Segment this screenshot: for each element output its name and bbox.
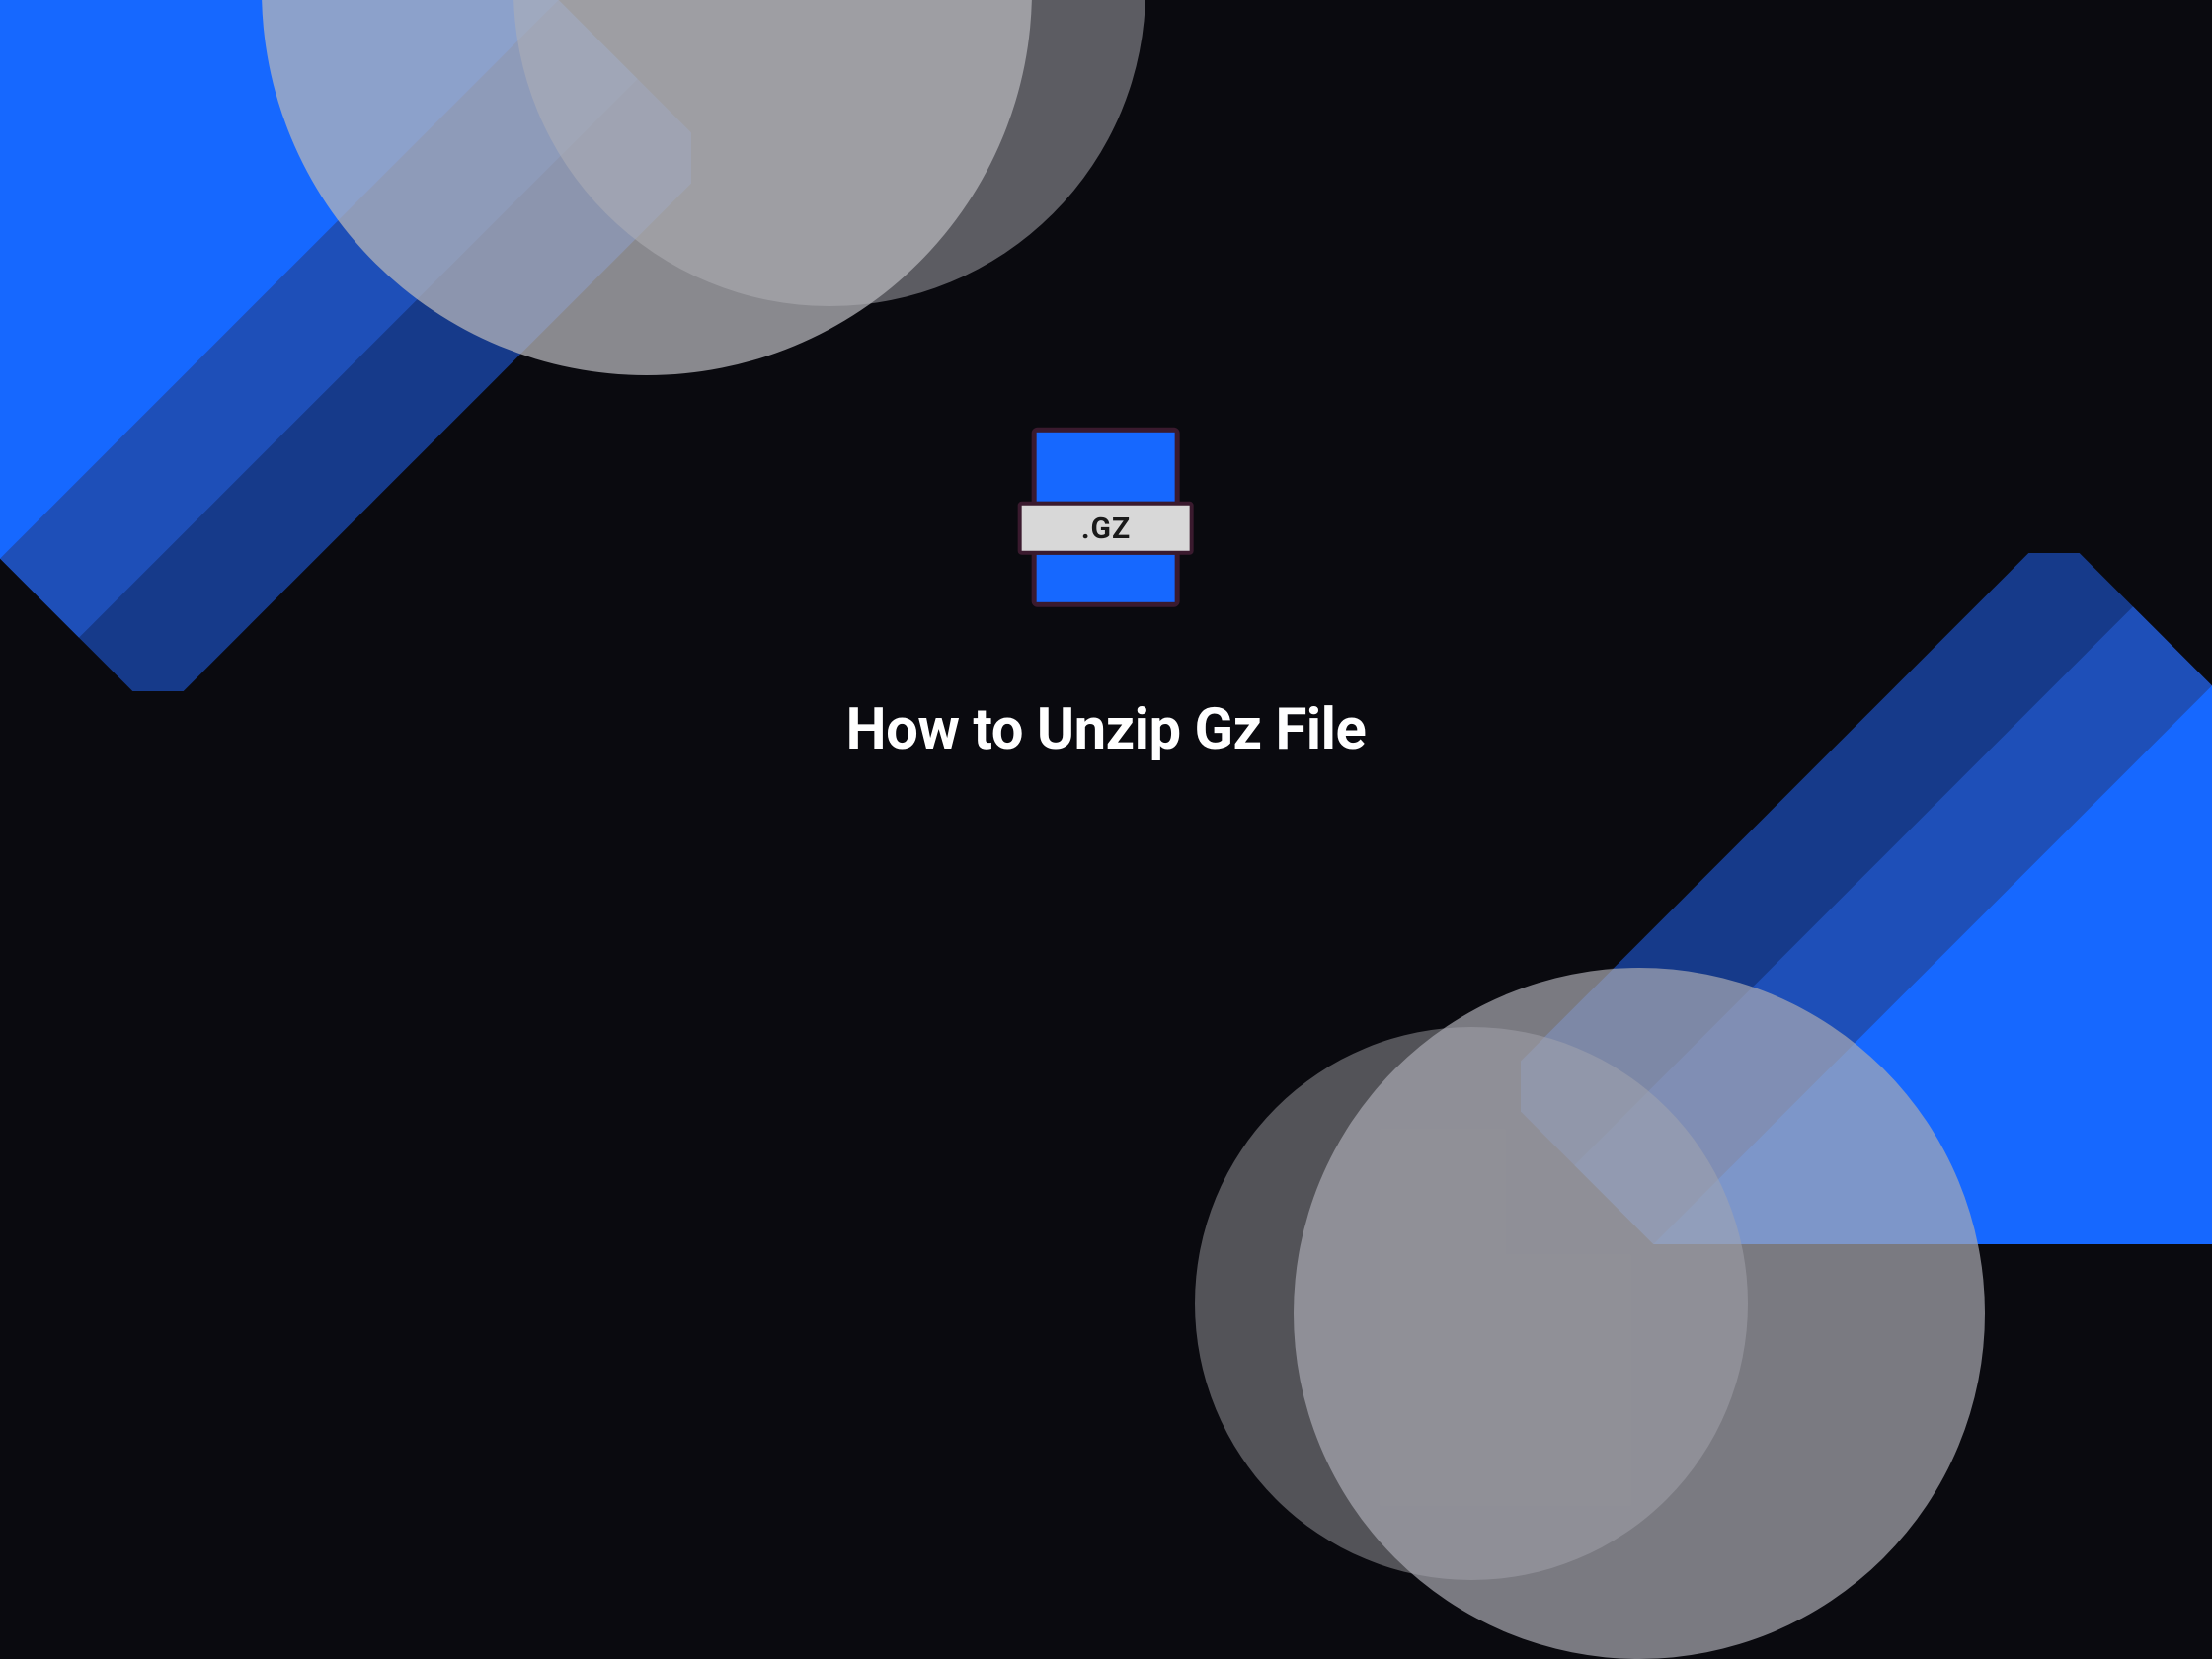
decorative-circle-bottom-large — [1294, 968, 1985, 1659]
file-icon-label-band: .GZ — [1018, 502, 1194, 555]
file-icon-bottom-block — [1037, 555, 1175, 602]
main-content: .GZ How to Unzip Gz File — [846, 428, 1367, 763]
gz-file-icon: .GZ — [1032, 428, 1180, 607]
file-extension-label: .GZ — [1081, 511, 1131, 545]
file-icon-top-block — [1037, 433, 1175, 502]
page-title: How to Unzip Gz File — [846, 696, 1367, 763]
